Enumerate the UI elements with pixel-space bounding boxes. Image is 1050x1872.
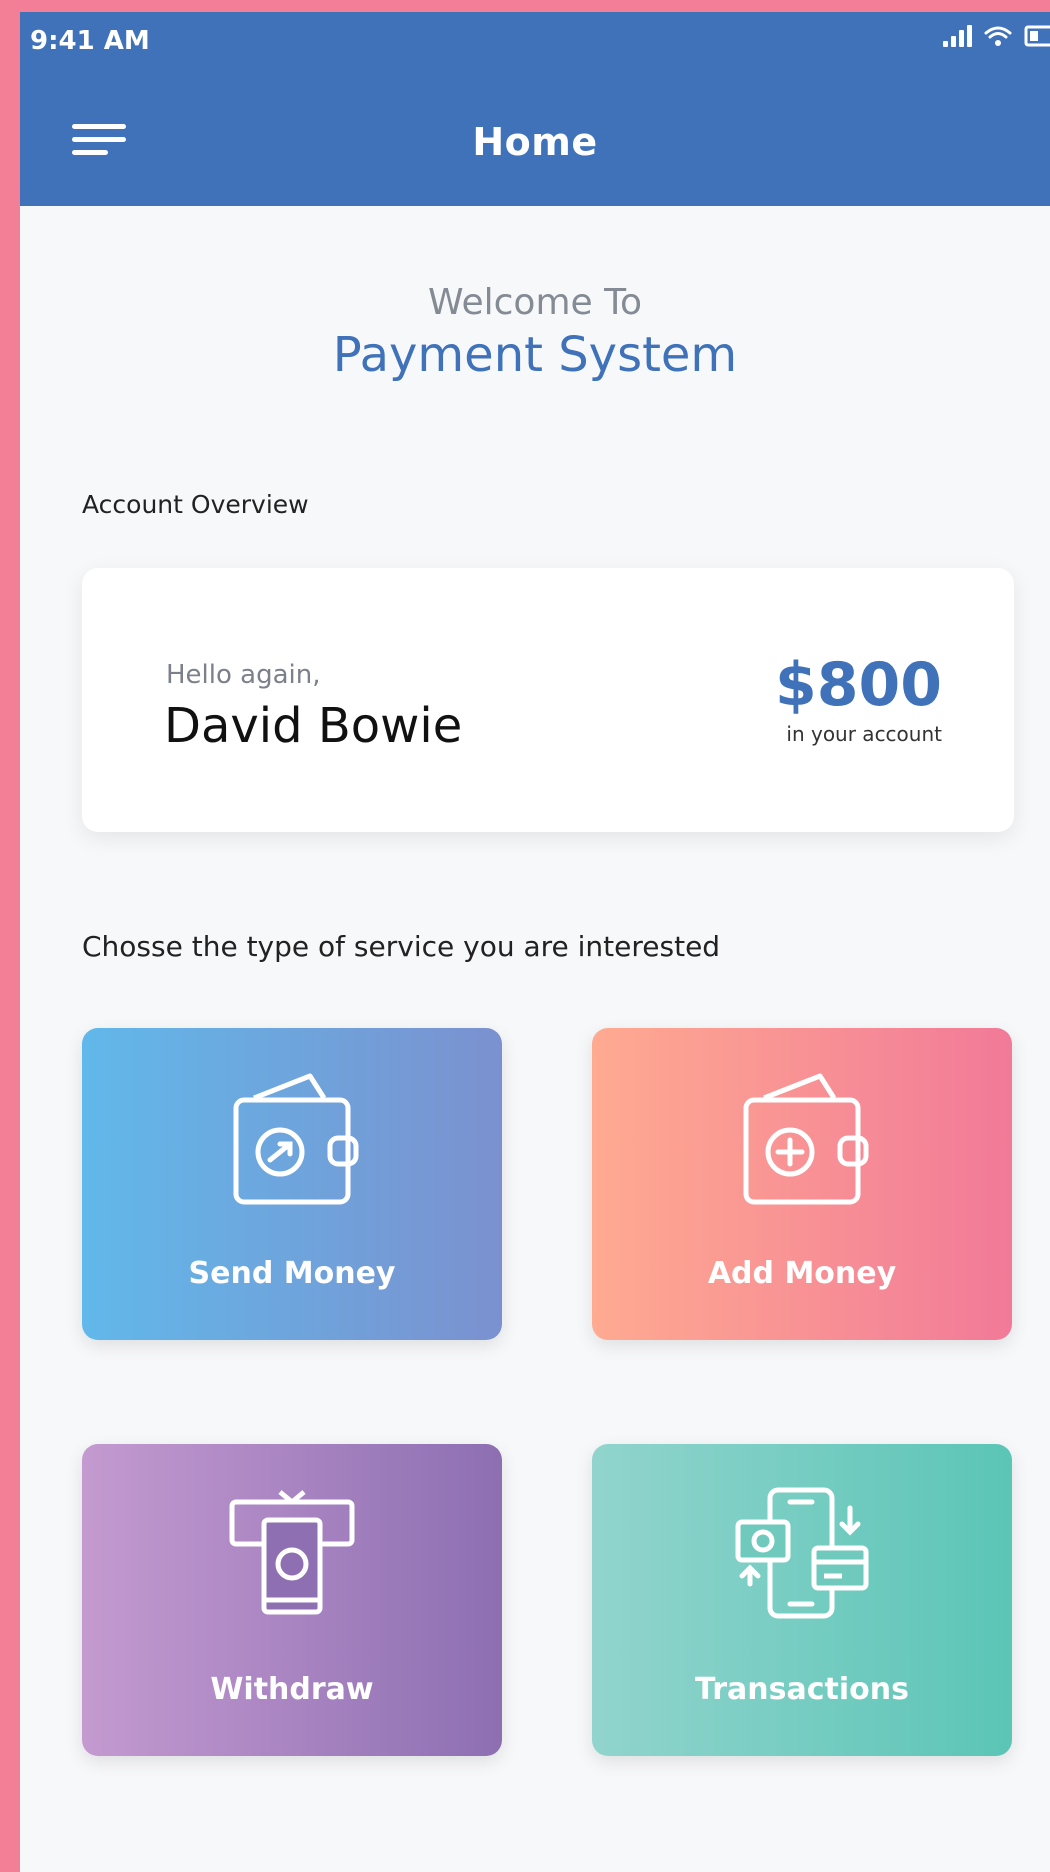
status-icons: [943, 24, 1050, 48]
greeting-text: Hello again,: [166, 660, 321, 690]
phone-transactions-icon: [735, 1487, 869, 1619]
add-money-label: Add Money: [707, 1256, 897, 1291]
account-balance: $800: [775, 650, 942, 720]
withdraw-button[interactable]: Withdraw: [82, 1444, 502, 1756]
transactions-button[interactable]: Transactions: [592, 1444, 1012, 1756]
signal-icon: [943, 25, 972, 47]
service-prompt: Chosse the type of service you are inter…: [82, 930, 721, 963]
status-time: 9:41 AM: [30, 26, 150, 56]
app-name: Payment System: [332, 327, 738, 383]
user-name: David Bowie: [164, 698, 463, 754]
page-title: Home: [472, 120, 598, 164]
account-overview-label: Account Overview: [82, 490, 309, 519]
phone-screen: 9:41 AM Home Welcome To Payment System A…: [20, 12, 1050, 1872]
atm-withdraw-icon: [229, 1490, 355, 1615]
send-money-label: Send Money: [188, 1256, 396, 1291]
add-money-button[interactable]: Add Money: [592, 1028, 1012, 1340]
transactions-label: Transactions: [695, 1672, 909, 1707]
balance-caption: in your account: [786, 722, 942, 746]
send-money-button[interactable]: Send Money: [82, 1028, 502, 1340]
battery-icon: [1024, 24, 1050, 48]
wallet-add-icon: [743, 1073, 869, 1205]
wifi-icon: [984, 25, 1012, 47]
account-overview-card: Hello again, David Bowie $800 in your ac…: [82, 568, 1014, 832]
wallet-send-icon: [233, 1073, 359, 1205]
withdraw-label: Withdraw: [210, 1672, 374, 1707]
welcome-line: Welcome To: [427, 282, 642, 323]
top-app-bar: 9:41 AM Home: [20, 12, 1050, 206]
